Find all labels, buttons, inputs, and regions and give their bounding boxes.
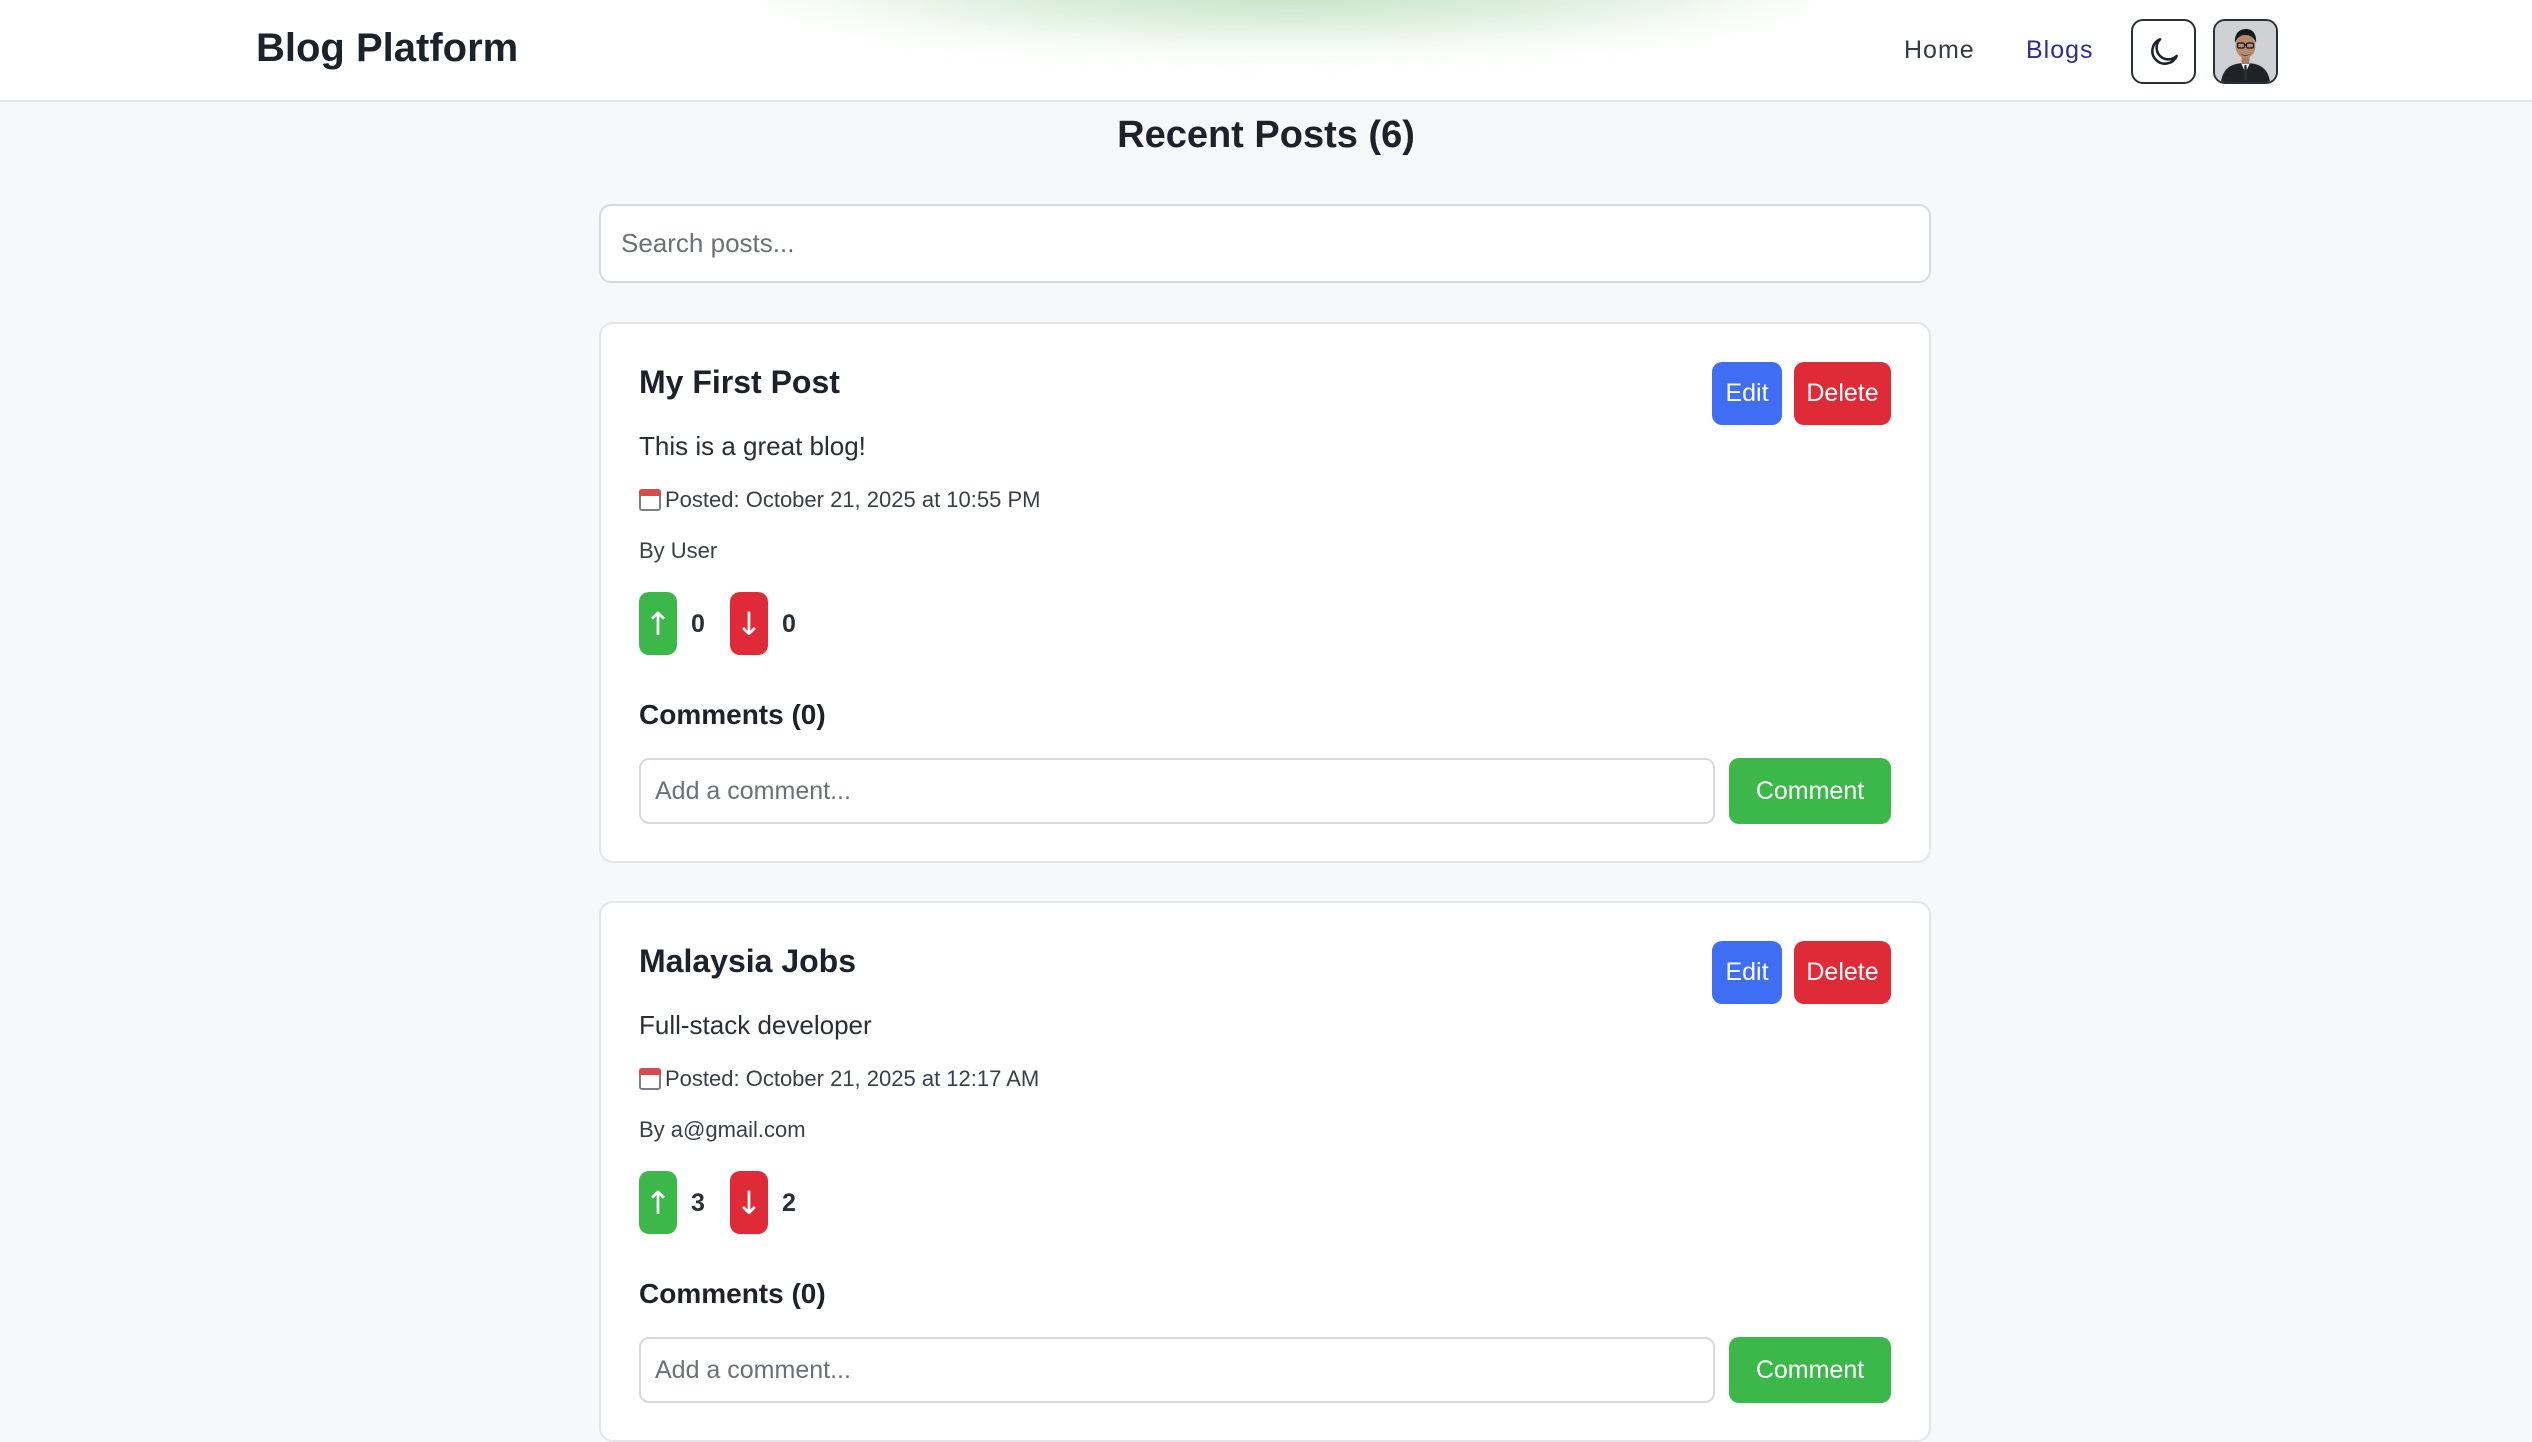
comments-title: Comments (0) <box>639 699 826 730</box>
upvote-button[interactable]: ↑ <box>639 1171 677 1234</box>
upvote-count: 3 <box>691 1189 705 1217</box>
comment-button[interactable]: Comment <box>1729 758 1891 824</box>
post-date: Posted: October 21, 2025 at 10:55 PM <box>639 487 1040 513</box>
brand-title[interactable]: Blog Platform <box>256 26 518 71</box>
post-content: This is a great blog! <box>639 431 866 461</box>
delete-button[interactable]: Delete <box>1794 941 1891 1004</box>
edit-button[interactable]: Edit <box>1712 362 1782 425</box>
calendar-icon <box>639 1068 661 1090</box>
edit-button[interactable]: Edit <box>1712 941 1782 1004</box>
upvote-button[interactable]: ↑ <box>639 592 677 655</box>
theme-toggle-button[interactable] <box>2131 19 2196 84</box>
moon-icon <box>2150 37 2178 65</box>
user-avatar[interactable] <box>2213 19 2278 84</box>
top-navbar: Blog Platform Home Blogs <box>0 0 2532 102</box>
comments-title: Comments (0) <box>639 1278 826 1309</box>
post-card: Malaysia Jobs Edit Delete Full-stack dev… <box>599 901 1931 1442</box>
delete-button[interactable]: Delete <box>1794 362 1891 425</box>
post-author: By User <box>639 538 718 563</box>
header-glow-decoration <box>760 0 1820 50</box>
post-author: By a@gmail.com <box>639 1117 806 1142</box>
comment-input[interactable] <box>639 758 1715 824</box>
post-content: Full-stack developer <box>639 1010 872 1040</box>
post-title: Malaysia Jobs <box>639 943 856 979</box>
nav-link-home[interactable]: Home <box>1904 36 1975 65</box>
comment-button[interactable]: Comment <box>1729 1337 1891 1403</box>
downvote-count: 0 <box>782 610 796 638</box>
upvote-count: 0 <box>691 610 705 638</box>
comment-input[interactable] <box>639 1337 1715 1403</box>
post-date: Posted: October 21, 2025 at 12:17 AM <box>639 1066 1039 1092</box>
post-title: My First Post <box>639 364 840 400</box>
post-date-text: Posted: October 21, 2025 at 12:17 AM <box>665 1066 1040 1091</box>
post-date-text: Posted: October 21, 2025 at 10:55 PM <box>665 487 1041 512</box>
search-input[interactable] <box>599 204 1931 283</box>
downvote-count: 2 <box>782 1189 796 1217</box>
calendar-icon <box>639 489 661 511</box>
post-card: My First Post Edit Delete This is a grea… <box>599 322 1931 863</box>
nav-link-blogs[interactable]: Blogs <box>2026 36 2094 65</box>
downvote-button[interactable]: ↓ <box>730 1171 768 1234</box>
downvote-button[interactable]: ↓ <box>730 592 768 655</box>
page-title: Recent Posts (6) <box>1117 114 1415 156</box>
avatar-image <box>2215 21 2276 82</box>
